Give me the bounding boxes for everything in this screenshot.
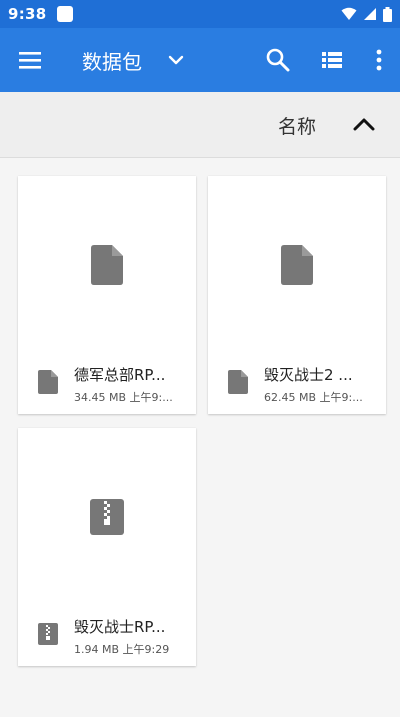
more-vert-icon[interactable] bbox=[368, 46, 390, 74]
chevron-down-icon[interactable] bbox=[164, 48, 188, 72]
file-meta: 34.45 MB 上午9:... bbox=[74, 391, 173, 404]
signal-icon bbox=[364, 8, 376, 20]
sort-label[interactable]: 名称 bbox=[278, 112, 316, 139]
zip-file-icon bbox=[90, 499, 124, 535]
file-preview bbox=[18, 176, 196, 354]
view-list-icon[interactable] bbox=[318, 46, 346, 74]
file-preview bbox=[208, 176, 386, 354]
file-meta: 62.45 MB 上午9:... bbox=[264, 391, 363, 404]
page-title[interactable]: 数据包 bbox=[82, 46, 142, 75]
file-icon bbox=[281, 245, 313, 285]
file-name: 毁灭战士2 ... bbox=[264, 366, 353, 384]
file-card[interactable]: 德军总部RP... 34.45 MB 上午9:... bbox=[18, 176, 196, 414]
file-card[interactable]: 毁灭战士2 ... 62.45 MB 上午9:... bbox=[208, 176, 386, 414]
file-name: 德军总部RP... bbox=[74, 366, 166, 384]
file-icon bbox=[38, 370, 58, 394]
file-icon bbox=[91, 245, 123, 285]
app-bar: 数据包 bbox=[0, 28, 400, 92]
notification-square-icon bbox=[56, 6, 73, 22]
file-footer: 毁灭战士2 ... 62.45 MB 上午9:... bbox=[208, 354, 386, 414]
status-bar: 9:38 bbox=[0, 0, 400, 28]
file-preview bbox=[18, 428, 196, 606]
file-footer: 德军总部RP... 34.45 MB 上午9:... bbox=[18, 354, 196, 414]
status-time: 9:38 bbox=[8, 5, 47, 23]
file-card[interactable]: 毁灭战士RP... 1.94 MB 上午9:29 bbox=[18, 428, 196, 666]
file-meta: 1.94 MB 上午9:29 bbox=[74, 643, 170, 656]
file-name: 毁灭战士RP... bbox=[74, 618, 166, 636]
sort-bar: 名称 bbox=[0, 92, 400, 158]
file-icon bbox=[228, 370, 248, 394]
chevron-up-icon[interactable] bbox=[350, 112, 378, 138]
search-icon[interactable] bbox=[264, 46, 292, 74]
battery-icon bbox=[383, 6, 392, 22]
wifi-icon bbox=[341, 7, 357, 20]
file-footer: 毁灭战士RP... 1.94 MB 上午9:29 bbox=[18, 606, 196, 666]
zip-file-icon bbox=[38, 623, 58, 645]
menu-icon[interactable] bbox=[16, 48, 46, 72]
status-icons bbox=[341, 6, 392, 22]
